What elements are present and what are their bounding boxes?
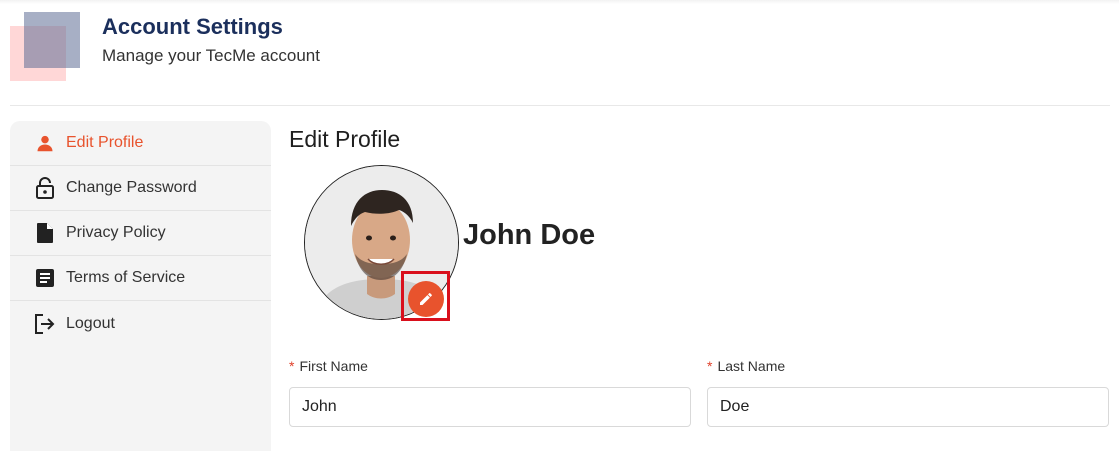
page-subtitle: Manage your TecMe account	[102, 46, 320, 65]
required-marker: *	[707, 358, 713, 374]
sidebar-item-logout[interactable]: Logout	[10, 301, 271, 346]
top-shadow	[0, 0, 1119, 4]
sidebar-item-privacy-policy[interactable]: Privacy Policy	[10, 211, 271, 256]
app-logo	[10, 12, 80, 82]
sidebar-item-label: Logout	[66, 314, 115, 332]
logout-icon	[35, 313, 55, 335]
sidebar-item-label: Privacy Policy	[66, 224, 166, 241]
person-icon	[35, 132, 55, 154]
document-icon	[35, 222, 55, 244]
sidebar-item-edit-profile[interactable]: Edit Profile	[10, 121, 271, 166]
header-divider	[10, 105, 1110, 106]
profile-name: John Doe	[463, 219, 596, 251]
sidebar-item-change-password[interactable]: Change Password	[10, 166, 271, 211]
section-title: Edit Profile	[289, 126, 401, 152]
lock-icon	[35, 177, 55, 199]
sidebar-item-label: Terms of Service	[66, 269, 186, 286]
article-icon	[35, 267, 55, 289]
sidebar-item-label: Change Password	[66, 179, 197, 196]
first-name-field[interactable]	[289, 387, 691, 427]
sidebar-item-label: Edit Profile	[66, 134, 144, 151]
edit-avatar-button[interactable]	[408, 281, 444, 317]
required-marker: *	[289, 358, 295, 374]
settings-sidebar: Edit Profile Change Password Privacy Pol…	[10, 121, 271, 451]
first-name-label: * First Name	[289, 358, 368, 374]
page-title: Account Settings	[102, 14, 283, 39]
pencil-icon	[418, 291, 434, 307]
last-name-label: * Last Name	[707, 358, 786, 374]
sidebar-item-terms-of-service[interactable]: Terms of Service	[10, 256, 271, 301]
last-name-field[interactable]	[707, 387, 1109, 427]
logo-square-blue	[24, 12, 80, 68]
